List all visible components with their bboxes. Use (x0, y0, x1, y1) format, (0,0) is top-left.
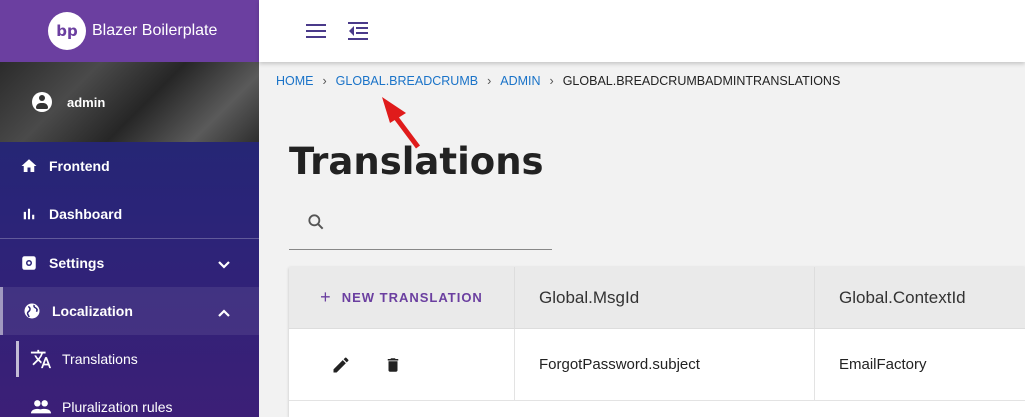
breadcrumb-separator: › (549, 74, 554, 88)
sidebar-item-settings[interactable]: Settings (0, 239, 259, 287)
breadcrumb-separator: › (322, 74, 327, 88)
column-header-msgid[interactable]: Global.MsgId (515, 267, 815, 328)
plus-icon: + (320, 287, 332, 307)
breadcrumb-global[interactable]: GLOBAL.BREADCRUMB (336, 74, 478, 88)
table-header-actions: + New Translation (289, 267, 515, 328)
translations-table: + New Translation Global.MsgId Global.Co… (289, 267, 1025, 417)
translate-icon (30, 348, 52, 370)
app-name: Blazer Boilerplate (92, 22, 218, 39)
breadcrumb-admin[interactable]: ADMIN (500, 74, 540, 88)
breadcrumb-current: GLOBAL.BREADCRUMBADMINTRANSLATIONS (562, 74, 841, 88)
cell-contextid: EmailFactory (839, 356, 927, 373)
sidebar-item-localization[interactable]: Localization (0, 287, 259, 335)
sidebar-item-label: Localization (52, 303, 133, 319)
home-icon (20, 157, 38, 175)
new-translation-button[interactable]: + New Translation (320, 287, 483, 308)
breadcrumb-home[interactable]: HOME (276, 74, 314, 88)
menu-collapse-icon[interactable] (346, 19, 370, 43)
search-icon (306, 212, 326, 237)
breadcrumb: HOME › GLOBAL.BREADCRUMB › ADMIN › GLOBA… (276, 74, 840, 88)
people-icon (30, 396, 52, 417)
search-field[interactable] (289, 200, 552, 250)
table-row: ForgotPassword.subject EmailFactory (289, 329, 1025, 401)
table-header: + New Translation Global.MsgId Global.Co… (289, 267, 1025, 329)
search-input[interactable] (334, 212, 534, 237)
column-header-contextid[interactable]: Global.ContextId (815, 267, 1025, 328)
sidebar-item-dashboard[interactable]: Dashboard (0, 190, 259, 238)
brand[interactable]: bp Blazer Boilerplate (0, 0, 259, 62)
user-panel[interactable]: admin (0, 62, 259, 142)
account-circle-icon (32, 92, 52, 112)
user-name: admin (67, 94, 106, 110)
delete-icon[interactable] (381, 353, 405, 377)
top-app-bar (259, 0, 1025, 62)
sidebar-item-label: Dashboard (49, 206, 123, 222)
cell-msgid: ForgotPassword.subject (515, 329, 815, 400)
row-actions (289, 329, 515, 400)
sidebar-nav: Frontend Dashboard Settings Localization (0, 142, 259, 417)
sidebar-item-label: Settings (49, 255, 105, 271)
edit-icon[interactable] (329, 353, 353, 377)
new-translation-label: New Translation (341, 290, 483, 305)
gear-icon (20, 254, 38, 272)
sidebar-subitem-pluralization[interactable]: Pluralization rules (0, 383, 259, 417)
sidebar-subitem-translations[interactable]: Translations (0, 335, 259, 383)
sidebar: bp Blazer Boilerplate admin Frontend Das… (0, 0, 259, 417)
hamburger-menu-icon[interactable] (304, 19, 328, 43)
chevron-down-icon (217, 257, 231, 273)
app-logo: bp (48, 12, 86, 50)
globe-icon (23, 302, 41, 320)
bar-chart-icon (20, 205, 38, 223)
sidebar-item-frontend[interactable]: Frontend (0, 142, 259, 190)
breadcrumb-separator: › (487, 74, 492, 88)
sidebar-item-label: Frontend (49, 158, 110, 174)
chevron-up-icon (217, 305, 231, 321)
sidebar-subitem-label: Pluralization rules (62, 399, 173, 415)
page-title: Translations (289, 140, 544, 183)
sidebar-subitem-label: Translations (62, 351, 138, 367)
